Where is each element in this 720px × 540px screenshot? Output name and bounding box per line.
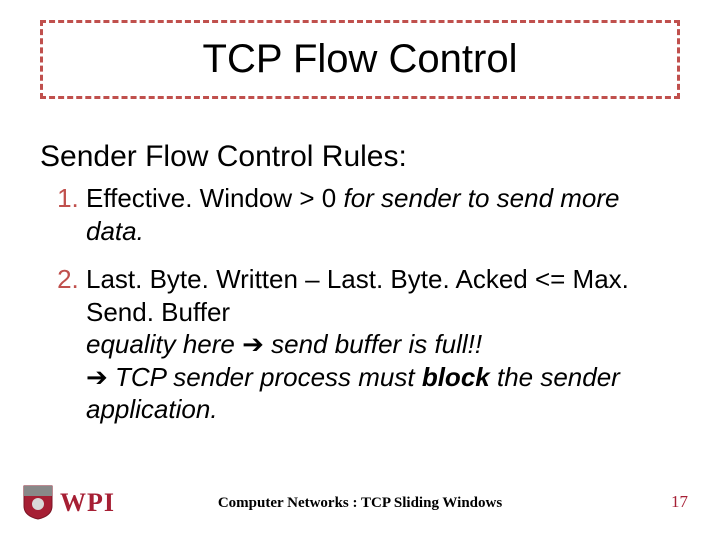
content-area: Sender Flow Control Rules: Effective. Wi… [40, 140, 680, 442]
footer: WPI Computer Networks : TCP Sliding Wind… [0, 482, 720, 522]
title-box: TCP Flow Control [40, 20, 680, 99]
rule-2-line2b: send buffer is full!! [264, 329, 482, 359]
rule-2-line3a: TCP sender process must [108, 362, 422, 392]
arrow-icon: ➔ [242, 329, 264, 359]
rule-2-body: Last. Byte. Written – Last. Byte. Acked … [86, 264, 629, 424]
page-number: 17 [671, 492, 688, 512]
rule-item-2: Last. Byte. Written – Last. Byte. Acked … [86, 263, 680, 426]
footer-title: Computer Networks : TCP Sliding Windows [0, 495, 720, 512]
arrow-icon: ➔ [86, 362, 108, 392]
rule-item-1: Effective. Window > 0 for sender to send… [86, 182, 680, 247]
rule-2-block: block [422, 362, 490, 392]
slide: TCP Flow Control Sender Flow Control Rul… [0, 0, 720, 540]
slide-title: TCP Flow Control [63, 37, 657, 82]
subtitle: Sender Flow Control Rules: [40, 140, 680, 174]
rule-2-line2a: equality here [86, 329, 242, 359]
rule-2-line1: Last. Byte. Written – Last. Byte. Acked … [86, 264, 629, 327]
rule-1-cond: Effective. Window > 0 [86, 183, 336, 213]
rules-list: Effective. Window > 0 for sender to send… [40, 182, 680, 426]
rule-1-body: Effective. Window > 0 for sender to send… [86, 183, 620, 246]
